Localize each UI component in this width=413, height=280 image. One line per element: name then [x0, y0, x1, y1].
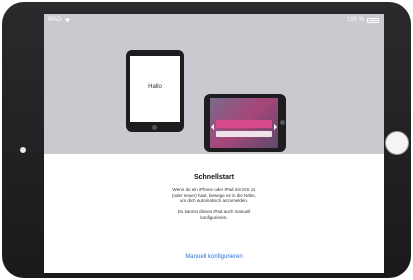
chevron-right-icon: [274, 124, 277, 130]
illustration-home-button: [152, 125, 157, 130]
status-bar: IPAD 100 %: [44, 14, 384, 26]
illustration-portrait-screen: Hallo: [130, 56, 180, 122]
wifi-icon: [64, 18, 70, 23]
ipad-screen: Hallo IPAD 100 % Schnellstart Wenn du ei…: [44, 14, 384, 273]
quickstart-hero-image: Hallo: [44, 14, 384, 154]
quickstart-description: Wenn du ein iPhone oder iPad mit iOS 11 …: [171, 187, 257, 203]
device-label: IPAD: [48, 17, 62, 23]
illustration-banner: [216, 120, 272, 128]
home-button[interactable]: [385, 131, 409, 155]
illustration-landscape-screen: [210, 98, 278, 148]
page-title: Schnellstart: [193, 174, 235, 181]
chevron-left-icon: [211, 124, 214, 130]
battery-icon: [367, 17, 379, 23]
battery-percentage: 100 %: [346, 17, 364, 23]
illustration-banner-secondary: [216, 131, 272, 137]
camera-dot: [20, 147, 26, 153]
illustration-ipad-landscape: [204, 94, 286, 152]
manual-setup-link[interactable]: Manuell konfigurieren: [44, 254, 384, 260]
status-right: 100 %: [347, 14, 379, 26]
manual-setup-hint: Du kannst dieses iPad auch manuell konfi…: [177, 209, 251, 220]
status-left: IPAD: [48, 14, 71, 26]
illustration-home-button: [280, 120, 285, 125]
hello-text: Hallo: [148, 84, 162, 90]
illustration-ipad-portrait: Hallo: [126, 50, 184, 132]
